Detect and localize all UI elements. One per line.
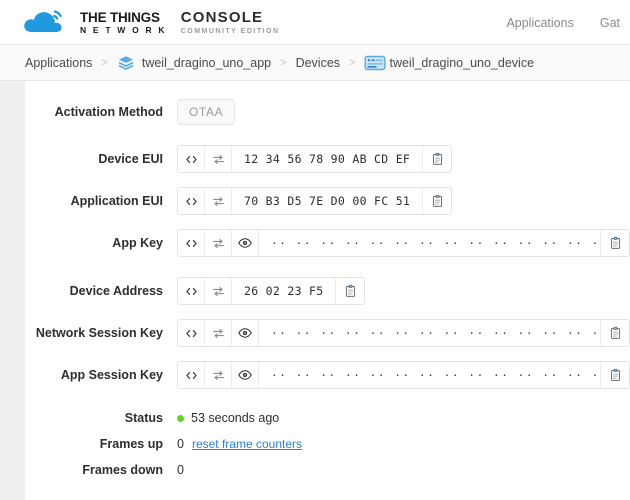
breadcrumb-separator: > [349,56,356,69]
device-eui-field: 12 34 56 78 90 AB CD EF [177,145,453,173]
device-address-field: 26 02 23 F5 [177,277,366,305]
app-key-value[interactable]: ·· ·· ·· ·· ·· ·· ·· ·· ·· ·· ·· ·· ·· ·… [259,230,629,256]
network-session-key-value[interactable]: ·· ·· ·· ·· ·· ·· ·· ·· ·· ·· ·· ·· ·· ·… [259,320,629,346]
brand-name-line2: N E T W O R K [80,25,167,35]
status-last-seen: 53 seconds ago [191,411,280,425]
app-session-key-field: ·· ·· ·· ·· ·· ·· ·· ·· ·· ·· ·· ·· ·· ·… [177,361,630,389]
label-app-session-key: App Session Key [60,368,163,382]
brand-name: THE THINGS N E T W O R K [80,9,167,35]
breadcrumb-separator: > [101,56,108,69]
row-app-session-key: App Session Key ·· ·· ·· ·· ·· ·· ·· ·· … [25,361,630,389]
eye-icon[interactable] [232,320,259,346]
breadcrumb-device[interactable]: tweil_dragino_uno_device [364,54,534,72]
swap-arrows-icon[interactable] [205,362,232,388]
row-application-eui: Application EUI 70 B3 D5 7E D0 00 FC 51 [25,187,630,215]
reset-frame-counters-link[interactable]: reset frame counters [192,437,302,451]
product-name: CONSOLE COMMUNITY EDITION [181,10,280,35]
row-frames-down: Frames down 0 [25,463,630,477]
nav-applications[interactable]: Applications [506,16,573,30]
app-session-key-value[interactable]: ·· ·· ·· ·· ·· ·· ·· ·· ·· ·· ·· ·· ·· ·… [259,362,629,388]
label-frames-down: Frames down [82,463,163,477]
clipboard-copy-icon[interactable] [600,362,629,388]
clipboard-copy-icon[interactable] [422,146,452,172]
status-badge: 53 seconds ago [177,411,279,425]
label-activation-method: Activation Method [54,105,163,119]
device-address-value[interactable]: 26 02 23 F5 [232,278,335,304]
breadcrumb-applications[interactable]: Applications [25,56,92,70]
label-device-eui: Device EUI [98,152,163,166]
swap-arrows-icon[interactable] [205,188,232,214]
brand-name-line1: THE THINGS [80,9,160,25]
product-name-line1: CONSOLE [180,8,264,26]
breadcrumb-devices[interactable]: Devices [296,56,340,70]
application-eui-field: 70 B3 D5 7E D0 00 FC 51 [177,187,453,215]
device-chip-icon [364,54,386,72]
clipboard-copy-icon[interactable] [600,320,629,346]
code-brackets-icon[interactable] [178,146,205,172]
code-brackets-icon[interactable] [178,230,205,256]
clipboard-copy-icon[interactable] [335,278,365,304]
clipboard-copy-icon[interactable] [422,188,452,214]
code-brackets-icon[interactable] [178,278,205,304]
app-header: THE THINGS N E T W O R K CONSOLE COMMUNI… [0,0,630,45]
app-key-field: ·· ·· ·· ·· ·· ·· ·· ·· ·· ·· ·· ·· ·· ·… [177,229,630,257]
code-brackets-icon[interactable] [178,188,205,214]
header-nav: Applications Gat [506,0,630,45]
application-eui-value[interactable]: 70 B3 D5 7E D0 00 FC 51 [232,188,422,214]
swap-arrows-icon[interactable] [205,146,232,172]
row-device-eui: Device EUI 12 34 56 78 90 AB CD EF [25,145,630,173]
row-activation-method: Activation Method OTAA [25,99,630,125]
product-name-line2: COMMUNITY EDITION [180,27,280,35]
device-overview-panel: Activation Method OTAA Device EUI 12 34 … [25,81,630,500]
frames-down-value: 0 [177,463,184,477]
network-session-key-field: ·· ·· ·· ·· ·· ·· ·· ·· ·· ·· ·· ·· ·· ·… [177,319,630,347]
left-gutter [0,81,25,500]
breadcrumb-application[interactable]: tweil_dragino_uno_app [117,54,271,72]
row-device-address: Device Address 26 02 23 F5 [25,277,630,305]
clipboard-copy-icon[interactable] [600,230,629,256]
swap-arrows-icon[interactable] [205,320,232,346]
swap-arrows-icon[interactable] [205,230,232,256]
brand-block: THE THINGS N E T W O R K CONSOLE COMMUNI… [0,6,280,38]
row-status: Status 53 seconds ago [25,411,630,425]
breadcrumb-separator: > [280,56,287,69]
frames-up-value: 0 [177,437,184,451]
breadcrumb-applications-label: Applications [25,55,93,70]
row-network-session-key: Network Session Key ·· ·· ·· ·· ·· ·· ··… [25,319,630,347]
layers-icon [117,54,135,72]
label-device-address: Device Address [69,284,163,298]
eye-icon[interactable] [232,230,259,256]
cloud-logo-icon [22,6,70,38]
label-status: Status [124,411,163,425]
page-body: Activation Method OTAA Device EUI 12 34 … [0,81,630,500]
label-frames-up: Frames up [99,437,163,451]
label-app-key: App Key [112,236,163,250]
breadcrumb: Applications > tweil_dragino_uno_app > D… [25,54,534,72]
activation-method-badge: OTAA [177,99,236,125]
breadcrumb-device-label: tweil_dragino_uno_device [389,55,535,70]
row-frames-up: Frames up 0 reset frame counters [25,437,630,451]
breadcrumb-bar: Applications > tweil_dragino_uno_app > D… [0,45,630,81]
status-indicator-icon [177,414,184,422]
row-app-key: App Key ·· ·· ·· ·· ·· ·· ·· ·· ·· ·· ··… [25,229,630,257]
swap-arrows-icon[interactable] [205,278,232,304]
eye-icon[interactable] [232,362,259,388]
device-eui-value[interactable]: 12 34 56 78 90 AB CD EF [232,146,422,172]
breadcrumb-devices-label: Devices [295,55,341,70]
code-brackets-icon[interactable] [178,362,205,388]
code-brackets-icon[interactable] [178,320,205,346]
label-application-eui: Application EUI [70,194,163,208]
label-network-session-key: Network Session Key [35,326,163,340]
nav-gateways[interactable]: Gat [600,16,620,30]
breadcrumb-application-label: tweil_dragino_uno_app [141,55,272,70]
